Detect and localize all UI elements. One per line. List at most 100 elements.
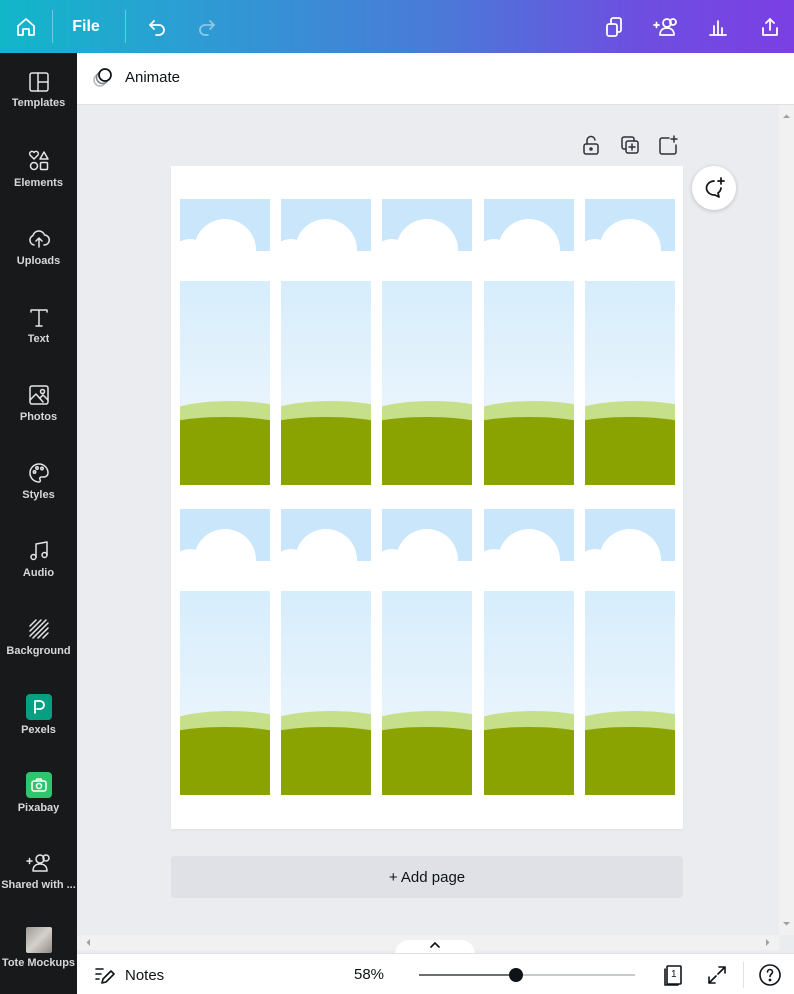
sidebar-label: Styles <box>22 489 55 501</box>
sidebar-item-templates[interactable]: Templates <box>0 53 77 131</box>
zoom-slider-handle[interactable] <box>509 968 524 982</box>
card-top-panel[interactable] <box>281 509 371 589</box>
lock-icon <box>583 135 599 155</box>
sidebar-item-pexels[interactable]: Pexels <box>0 677 77 755</box>
notes-icon <box>95 968 115 984</box>
vertical-scrollbar[interactable] <box>779 105 794 935</box>
text-icon <box>29 309 48 327</box>
help-icon <box>759 964 781 986</box>
duplicate-page-icon <box>621 136 639 154</box>
elements-icon <box>28 150 49 171</box>
sidebar-item-photos[interactable]: Photos <box>0 365 77 443</box>
left-sidebar: Templates Elements Uploads Text Photos S… <box>0 53 77 994</box>
animate-icon <box>93 68 112 87</box>
animate-button[interactable]: Animate <box>91 65 180 89</box>
scroll-right-arrow-icon <box>766 939 770 946</box>
sidebar-label: Elements <box>14 177 63 189</box>
resize-icon <box>606 16 622 37</box>
add-comment-icon <box>705 177 725 198</box>
sidebar-label: Audio <box>22 567 55 579</box>
file-menu-button[interactable]: File <box>62 0 110 53</box>
sidebar-item-background[interactable]: Background <box>0 599 77 677</box>
zoom-percentage[interactable]: 58% <box>354 966 384 983</box>
undo-button[interactable] <box>138 0 176 53</box>
sidebar-label: Uploads <box>16 255 61 267</box>
card-top-panel[interactable] <box>382 199 472 279</box>
card-top-panel[interactable] <box>281 199 371 279</box>
sidebar-item-text[interactable]: Text <box>0 287 77 365</box>
dark-hill-shape <box>484 727 574 795</box>
insights-button[interactable] <box>700 0 736 53</box>
animate-label: Animate <box>125 68 181 86</box>
sidebar-label: Templates <box>11 97 66 109</box>
card-top-panel[interactable] <box>382 509 472 589</box>
dark-hill-shape <box>281 727 371 795</box>
insights-icon <box>709 19 727 36</box>
dark-hill-shape <box>585 727 675 795</box>
zoom-slider[interactable] <box>419 968 635 982</box>
dark-hill-shape <box>180 727 270 795</box>
sidebar-item-shared[interactable]: Shared with ... <box>0 833 77 911</box>
design-page[interactable] <box>171 166 683 829</box>
fullscreen-button[interactable] <box>705 963 729 987</box>
notes-button[interactable]: Notes <box>93 964 164 986</box>
lock-page-button[interactable] <box>580 134 602 156</box>
redo-button[interactable] <box>188 0 226 53</box>
card-bottom-panel[interactable] <box>484 281 574 485</box>
sidebar-label: Pixabay <box>17 802 60 814</box>
sidebar-item-uploads[interactable]: Uploads <box>0 209 77 287</box>
page-count-button[interactable]: 1 <box>661 963 685 987</box>
card-bottom-panel[interactable] <box>585 281 675 485</box>
top-bar: File <box>0 0 794 53</box>
sidebar-label: Pexels <box>21 724 56 736</box>
context-toolbar: Animate <box>77 53 794 105</box>
bottom-bar: Notes 58% 1 <box>77 953 794 994</box>
share-people-button[interactable] <box>648 0 684 53</box>
sidebar-label: Background <box>6 645 71 657</box>
card-top-panel[interactable] <box>180 199 270 279</box>
card-top-panel[interactable] <box>484 199 574 279</box>
upload-share-icon <box>762 17 778 36</box>
home-button[interactable] <box>0 0 52 53</box>
card-top-panel[interactable] <box>585 509 675 589</box>
sidebar-label: Photos <box>19 411 58 423</box>
add-page-button[interactable]: + Add page <box>171 856 683 898</box>
resize-button[interactable] <box>596 0 632 53</box>
help-button[interactable] <box>758 963 782 987</box>
add-comment-button[interactable] <box>692 166 736 210</box>
dark-hill-shape <box>382 417 472 485</box>
photos-icon <box>28 385 49 405</box>
page-count-label: 1 <box>671 969 677 980</box>
notes-label: Notes <box>125 966 165 984</box>
duplicate-page-button[interactable] <box>619 134 641 156</box>
card-bottom-panel[interactable] <box>180 281 270 485</box>
card-bottom-panel[interactable] <box>281 591 371 795</box>
card-bottom-panel[interactable] <box>281 281 371 485</box>
card-bottom-panel[interactable] <box>585 591 675 795</box>
dark-hill-shape <box>382 727 472 795</box>
card-bottom-panel[interactable] <box>484 591 574 795</box>
palette-icon <box>28 463 49 483</box>
card-bottom-panel[interactable] <box>180 591 270 795</box>
card-top-panel[interactable] <box>180 509 270 589</box>
card-bottom-panel[interactable] <box>382 281 472 485</box>
add-page-icon <box>659 135 678 155</box>
add-page-icon-button[interactable] <box>657 134 679 156</box>
sidebar-item-styles[interactable]: Styles <box>0 443 77 521</box>
sidebar-label: Text <box>27 333 50 345</box>
sidebar-item-pixabay[interactable]: Pixabay <box>0 755 77 833</box>
expand-pages-tab[interactable] <box>395 940 475 954</box>
pixabay-icon <box>25 772 52 798</box>
fullscreen-icon <box>708 966 726 984</box>
sidebar-item-audio[interactable]: Audio <box>0 521 77 599</box>
dark-hill-shape <box>585 417 675 485</box>
sidebar-label: Tote Mockups <box>1 957 76 969</box>
share-people-icon <box>653 17 677 36</box>
card-top-panel[interactable] <box>484 509 574 589</box>
folder-thumbnail <box>25 927 52 953</box>
upload-share-button[interactable] <box>752 0 788 53</box>
card-top-panel[interactable] <box>585 199 675 279</box>
sidebar-item-tote-mockups[interactable]: Tote Mockups <box>0 911 77 989</box>
card-bottom-panel[interactable] <box>382 591 472 795</box>
sidebar-item-elements[interactable]: Elements <box>0 131 77 209</box>
